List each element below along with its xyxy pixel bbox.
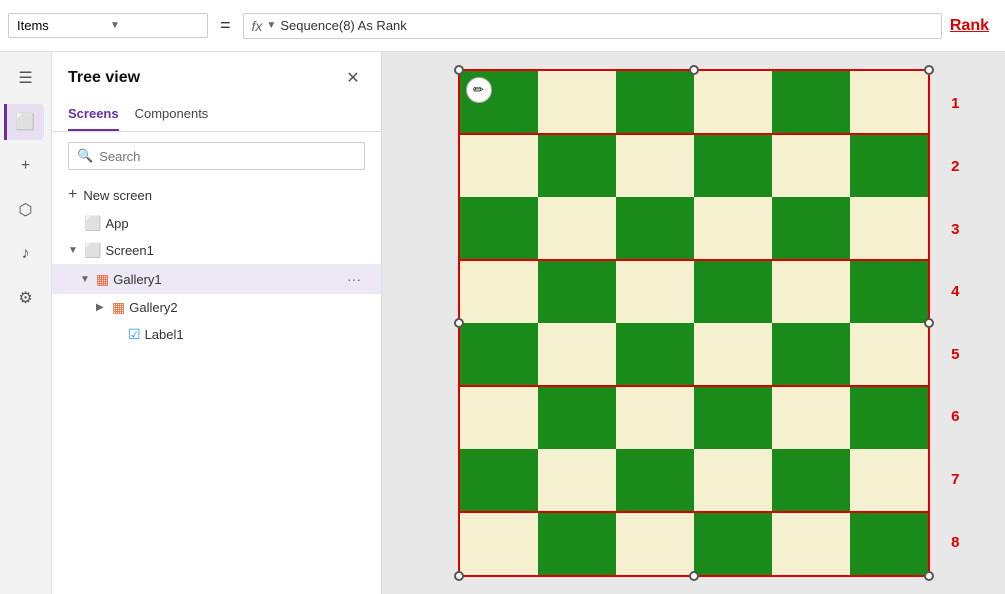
edit-icon-overlay[interactable]: ✏ [466, 77, 492, 103]
sidebar-icons: ☰ ⬜ + ⬡ ♪ ⚙ [0, 52, 52, 594]
handle-mid-left[interactable] [454, 318, 464, 328]
handle-top-right[interactable] [924, 65, 934, 75]
rank-2: 2 [951, 158, 959, 175]
app-label: App [105, 216, 365, 231]
rank-1: 1 [951, 95, 959, 112]
formula-bar[interactable]: fx ▼ Sequence(8) As Rank [243, 13, 942, 39]
tree-item-screen1[interactable]: ▼ ⬜ Screen1 [52, 237, 381, 264]
search-box: 🔍 [68, 142, 365, 170]
rank-7: 7 [951, 471, 959, 488]
label1-label: Label1 [145, 327, 365, 342]
search-input[interactable] [99, 149, 356, 164]
new-screen-button[interactable]: + New screen [52, 180, 381, 210]
tree-tabs: Screens Components [52, 100, 381, 132]
add-button[interactable]: + [8, 148, 44, 184]
tree-item-gallery2[interactable]: ▶ ▦ Gallery2 [52, 294, 381, 321]
screen1-expand-arrow: ▼ [68, 245, 80, 256]
tab-components[interactable]: Components [135, 100, 209, 131]
tree-title: Tree view [68, 69, 140, 87]
label1-icon: ☑ [128, 326, 141, 343]
top-bar: Items ▼ = fx ▼ Sequence(8) As Rank Rank [0, 0, 1005, 52]
dropdown-arrow-icon: ▼ [110, 20, 199, 31]
gallery1-more-button[interactable]: ··· [343, 269, 365, 289]
checkerboard [460, 71, 928, 575]
rank-6: 6 [951, 408, 959, 425]
rank-3: 3 [951, 221, 959, 238]
screen-icon: ⬜ [84, 242, 101, 259]
media-icon: ♪ [22, 245, 30, 263]
tree-items: ⬜ App ▼ ⬜ Screen1 ▼ ▦ Gallery1 ··· ▶ ▦ G… [52, 210, 381, 594]
gallery1-label: Gallery1 [113, 272, 339, 287]
items-label: Items [17, 18, 106, 33]
plus-icon: + [68, 186, 77, 204]
database-icon: ⬡ [19, 200, 33, 220]
gallery-outer-border [458, 69, 930, 577]
tree-header: Tree view ✕ [52, 52, 381, 100]
media-button[interactable]: ♪ [8, 236, 44, 272]
new-screen-label: New screen [83, 188, 152, 203]
equals-icon: = [220, 15, 231, 36]
handle-top-left[interactable] [454, 65, 464, 75]
gallery2-expand-arrow: ▶ [96, 302, 108, 313]
handle-top-center[interactable] [689, 65, 699, 75]
rank-5: 5 [951, 346, 959, 363]
tree-item-app[interactable]: ⬜ App [52, 210, 381, 237]
rank-8: 8 [951, 534, 959, 551]
rank-numbers: 1 2 3 4 5 6 7 8 [951, 69, 959, 578]
fx-icon: fx [252, 18, 263, 34]
gallery1-expand-arrow: ▼ [80, 274, 92, 285]
app-icon: ⬜ [84, 215, 101, 232]
close-tree-button[interactable]: ✕ [341, 66, 365, 90]
tree-panel: Tree view ✕ Screens Components 🔍 + New s… [52, 52, 382, 594]
search-icon: 🔍 [77, 148, 93, 164]
rank-top-label: Rank [950, 17, 989, 35]
gallery1-icon: ▦ [96, 271, 109, 288]
hamburger-icon: ☰ [18, 68, 32, 88]
tree-item-gallery1[interactable]: ▼ ▦ Gallery1 ··· [52, 264, 381, 294]
canvas-area[interactable]: ✏ 1 2 3 4 5 [382, 52, 1005, 594]
main-area: ☰ ⬜ + ⬡ ♪ ⚙ Tree view ✕ Screens Componen… [0, 52, 1005, 594]
settings-icon: ⚙ [18, 288, 32, 308]
layers-button[interactable]: ⬜ [4, 104, 44, 140]
tree-item-label1[interactable]: ☑ Label1 [52, 321, 381, 348]
fx-chevron-icon: ▼ [266, 20, 276, 31]
formula-text: Sequence(8) As Rank [280, 18, 406, 33]
items-dropdown[interactable]: Items ▼ [8, 13, 208, 38]
handle-bottom-center[interactable] [689, 571, 699, 581]
screen1-label: Screen1 [105, 243, 365, 258]
settings-button[interactable]: ⚙ [8, 280, 44, 316]
handle-bottom-left[interactable] [454, 571, 464, 581]
database-button[interactable]: ⬡ [8, 192, 44, 228]
layers-icon: ⬜ [15, 112, 35, 132]
canvas-content: ✏ 1 2 3 4 5 [458, 69, 930, 578]
handle-bottom-right[interactable] [924, 571, 934, 581]
tab-screens[interactable]: Screens [68, 100, 119, 131]
hamburger-menu-button[interactable]: ☰ [8, 60, 44, 96]
add-icon: + [21, 157, 30, 175]
handle-mid-right[interactable] [924, 318, 934, 328]
gallery2-icon: ▦ [112, 299, 125, 316]
rank-4: 4 [951, 283, 959, 300]
gallery2-label: Gallery2 [129, 300, 365, 315]
